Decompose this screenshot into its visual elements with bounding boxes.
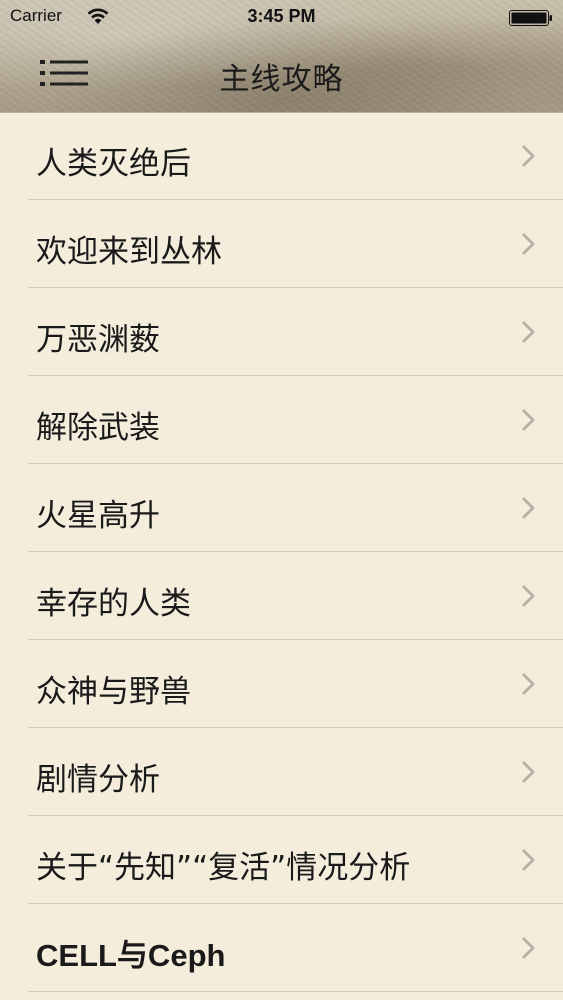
list-item[interactable]: 人类灭绝后 [0,112,563,200]
list-item-label: 人类灭绝后 [36,146,191,182]
list-item-label: 剧情分析 [36,762,160,798]
list-item-label: 欢迎来到丛林 [36,234,222,270]
status-time: 3:45 PM [247,6,316,26]
list-item[interactable]: 关于“先知”“复活”情况分析 [0,816,563,904]
list-item-label: 万恶渊薮 [36,322,160,358]
chevron-right-icon [522,937,535,959]
battery-icon [509,10,552,26]
guide-list: 人类灭绝后 欢迎来到丛林 万恶渊薮 解除武装 火星高升 幸存的人类 众神与野兽 … [0,112,563,1000]
chevron-right-icon [522,585,535,607]
list-item-label: 火星高升 [36,498,160,534]
header: Carrier 3:45 PM 主线攻略 [0,0,563,112]
page-title: 主线攻略 [219,62,344,97]
navigation-bar: 主线攻略 [0,36,563,112]
list-item[interactable]: CELL与Ceph [0,904,563,992]
chevron-right-icon [522,497,535,519]
list-item-label: 幸存的人类 [36,586,191,622]
chevron-right-icon [522,233,535,255]
chevron-right-icon [522,145,535,167]
list-item[interactable]: 解除武装 [0,376,563,464]
chevron-right-icon [522,761,535,783]
list-item-label: 众神与野兽 [36,674,191,710]
list-item[interactable]: 众神与野兽 [0,640,563,728]
list-item[interactable]: 万恶渊薮 [0,288,563,376]
list-item-label: 关于“先知”“复活”情况分析 [36,850,411,886]
chevron-right-icon [522,673,535,695]
list-item[interactable]: 火星高升 [0,464,563,552]
list-item-label: CELL与Ceph [36,938,226,973]
list-item[interactable]: 幸存的人类 [0,552,563,640]
status-bar: Carrier 3:45 PM [0,0,563,36]
list-item[interactable]: 剧情分析 [0,728,563,816]
chevron-right-icon [522,849,535,871]
list-item-label: 解除武装 [36,410,160,446]
chevron-right-icon [522,409,535,431]
chevron-right-icon [522,321,535,343]
list-item[interactable]: 欢迎来到丛林 [0,200,563,288]
